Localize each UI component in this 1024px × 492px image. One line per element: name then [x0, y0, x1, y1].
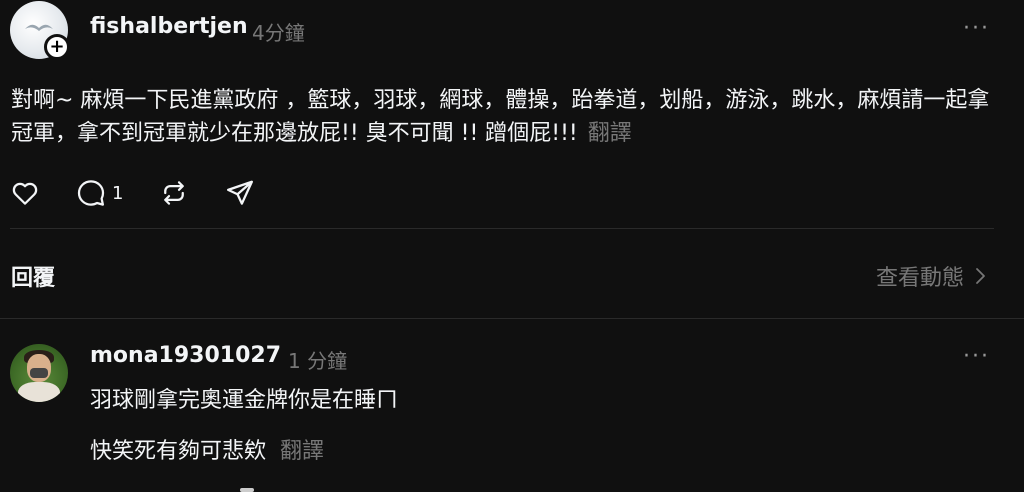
divider: [0, 318, 1024, 319]
avatar-mask: [30, 368, 48, 378]
reply-text-line2: 快笑死有夠可悲欸 翻譯: [90, 433, 324, 465]
avatar[interactable]: [10, 344, 68, 402]
reply-item: mona19301027 1 分鐘 ··· 羽球剛拿完奧運金牌你是在睡ㄇ 快笑死…: [0, 320, 1024, 492]
share-button[interactable]: [225, 178, 255, 208]
heart-icon: [12, 182, 38, 205]
view-activity-label: 查看動態: [875, 266, 964, 291]
follow-button[interactable]: +: [44, 34, 70, 60]
view-activity-link[interactable]: 查看動態: [876, 260, 990, 292]
reply-text: 快笑死有夠可悲欸: [90, 439, 267, 464]
more-options-button[interactable]: ···: [963, 344, 990, 369]
divider: [10, 228, 994, 229]
translate-link[interactable]: 翻譯: [280, 439, 324, 464]
comment-icon: [77, 180, 105, 206]
post-actions: 1: [10, 176, 291, 210]
post-time: 4分鐘: [252, 21, 305, 45]
seagull-icon: [25, 24, 53, 31]
comment-count: 1: [112, 182, 124, 204]
reply-username[interactable]: mona19301027: [90, 343, 281, 368]
chevron-right-icon: [976, 268, 985, 284]
next-item-edge: [240, 488, 254, 492]
like-button[interactable]: [10, 178, 40, 208]
repost-button[interactable]: [159, 178, 189, 208]
reply-text-line1: 羽球剛拿完奧運金牌你是在睡ㄇ: [90, 388, 399, 413]
post-username[interactable]: fishalbertjen: [90, 14, 248, 39]
comment-button[interactable]: 1: [76, 178, 123, 208]
reply-time: 1 分鐘: [288, 349, 348, 373]
post-text: 對啊~ 麻煩一下民進黨政府 ，籃球，羽球，網球，體操，跆拳道，划船，游泳，跳水，…: [11, 88, 990, 146]
translate-link[interactable]: 翻譯: [588, 121, 632, 146]
share-icon: [227, 180, 254, 205]
avatar-shirt: [18, 382, 60, 402]
repost-icon: [164, 181, 185, 205]
replies-heading: 回覆: [11, 266, 56, 291]
more-options-button[interactable]: ···: [963, 16, 990, 41]
post-body: 對啊~ 麻煩一下民進黨政府 ，籃球，羽球，網球，體操，跆拳道，划船，游泳，跳水，…: [11, 84, 1011, 150]
